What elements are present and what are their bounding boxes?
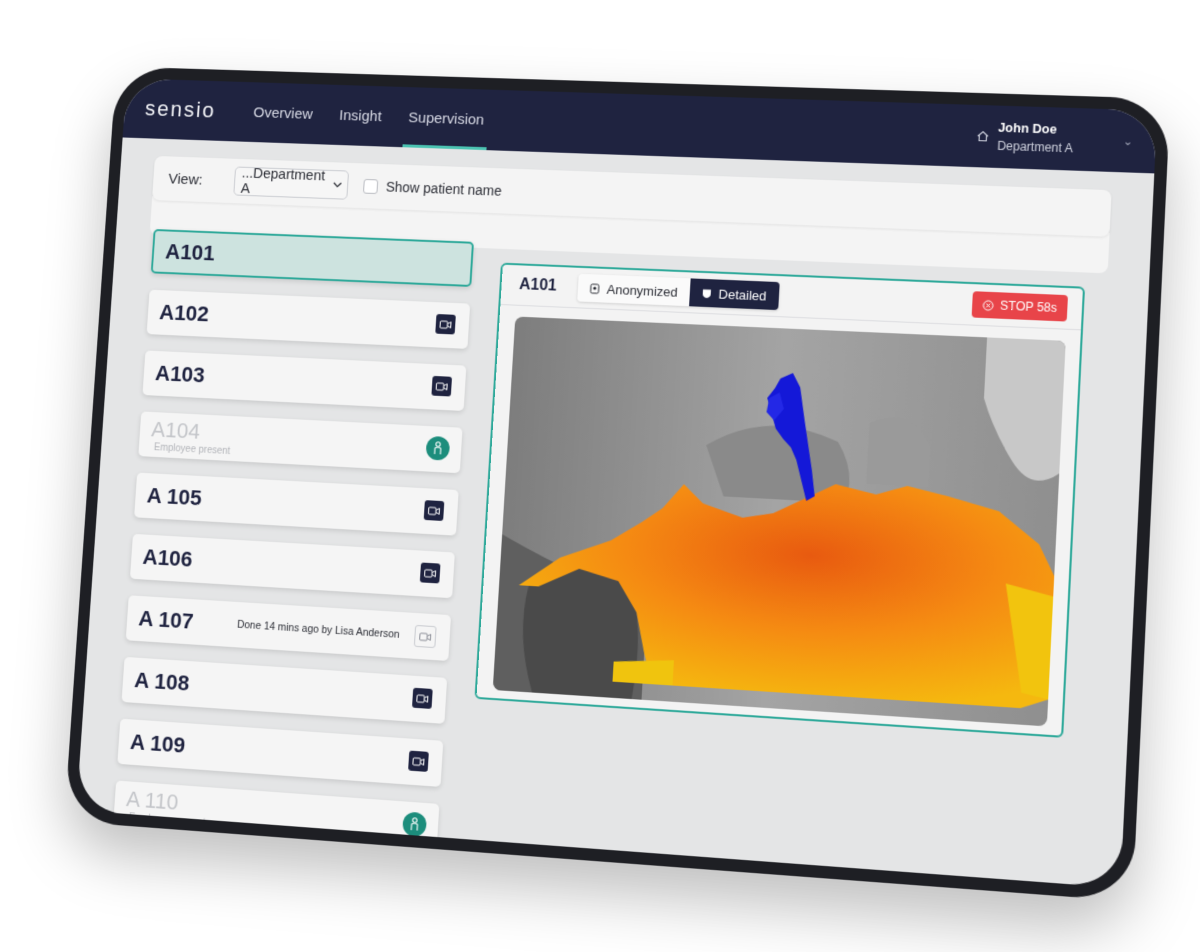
room-list: A101 A102 A103 A104 Employee present A 1… (112, 229, 478, 868)
depth-image (493, 316, 1066, 726)
video-camera-icon[interactable] (412, 688, 433, 709)
room-item-a110[interactable]: A 110 Employee present (113, 781, 439, 851)
video-camera-icon[interactable] (414, 625, 437, 648)
tablet-frame: sensio Overview Insight Supervision John… (64, 66, 1170, 901)
room-item-a109[interactable]: A 109 (117, 719, 443, 787)
person-icon (425, 436, 450, 461)
anonymized-label: Anonymized (606, 281, 678, 299)
video-camera-icon[interactable] (431, 376, 452, 397)
room-label: A 110 (125, 786, 179, 815)
room-item-a103[interactable]: A103 (142, 350, 466, 411)
department-select-value: ...Department A (240, 166, 334, 200)
room-label: A 109 (129, 729, 186, 758)
show-patient-name-label[interactable]: Show patient name (385, 179, 502, 199)
room-label: A102 (159, 300, 210, 327)
department-select[interactable]: ...Department A (234, 166, 350, 199)
person-icon (402, 811, 427, 837)
done-status-text: Done 14 mins ago by Lisa Anderson (237, 619, 400, 641)
room-label: A 108 (134, 667, 191, 696)
app-screen: sensio Overview Insight Supervision John… (76, 78, 1157, 888)
room-label: A 107 (138, 606, 194, 635)
user-info: John Doe Department A (997, 119, 1074, 158)
video-camera-icon[interactable] (435, 314, 456, 335)
user-menu[interactable]: John Doe Department A ⌄ (976, 118, 1133, 159)
room-label: A101 (165, 239, 216, 266)
stop-button[interactable]: STOP 58s (972, 291, 1068, 321)
panel-room-title: A101 (519, 276, 558, 295)
video-camera-icon[interactable] (420, 562, 441, 583)
detailed-mode-button[interactable]: Detailed (689, 278, 779, 310)
show-patient-name-checkbox[interactable] (363, 178, 378, 193)
chevron-down-icon[interactable]: ⌄ (1123, 134, 1133, 147)
room-label: A104 (151, 417, 201, 445)
room-item-a107[interactable]: A 107 Done 14 mins ago by Lisa Anderson (126, 595, 451, 661)
video-camera-icon[interactable] (424, 500, 445, 521)
room-label: A103 (154, 361, 205, 389)
cancel-circle-icon (982, 299, 994, 311)
room-label: A106 (142, 544, 193, 572)
depth-camera-feed (493, 316, 1066, 726)
view-mode-toggle: Anonymized Detailed (577, 274, 779, 310)
top-navigation-bar: sensio Overview Insight Supervision John… (123, 78, 1158, 173)
user-department: Department A (997, 137, 1074, 158)
detailed-icon (701, 287, 712, 298)
anonymized-mode-button[interactable]: Anonymized (577, 274, 690, 306)
video-camera-icon[interactable] (408, 751, 429, 772)
view-label: View: (168, 170, 203, 188)
nav-supervision[interactable]: Supervision (393, 87, 499, 151)
room-item-a108[interactable]: A 108 (122, 657, 448, 724)
home-icon (977, 130, 990, 142)
employee-present-text: Employee present (154, 442, 231, 457)
app-logo: sensio (144, 96, 216, 123)
main-nav: Overview Insight Supervision (238, 82, 499, 151)
room-item-a104[interactable]: A104 Employee present (138, 411, 462, 473)
chevron-down-icon (332, 181, 342, 189)
room-item-a105[interactable]: A 105 (134, 473, 459, 536)
room-label: A 105 (146, 483, 202, 511)
anonymized-icon (590, 283, 600, 294)
nav-overview[interactable]: Overview (238, 82, 328, 145)
room-item-a102[interactable]: A102 (147, 290, 471, 349)
room-item-a106[interactable]: A106 (130, 534, 455, 598)
room-detail-panel: A101 Anonymized Detailed STOP 58s (474, 263, 1085, 738)
stop-label: STOP 58s (1000, 298, 1058, 315)
detailed-label: Detailed (718, 286, 767, 303)
nav-insight[interactable]: Insight (324, 85, 397, 147)
employee-present-text: Employee present (128, 812, 205, 829)
